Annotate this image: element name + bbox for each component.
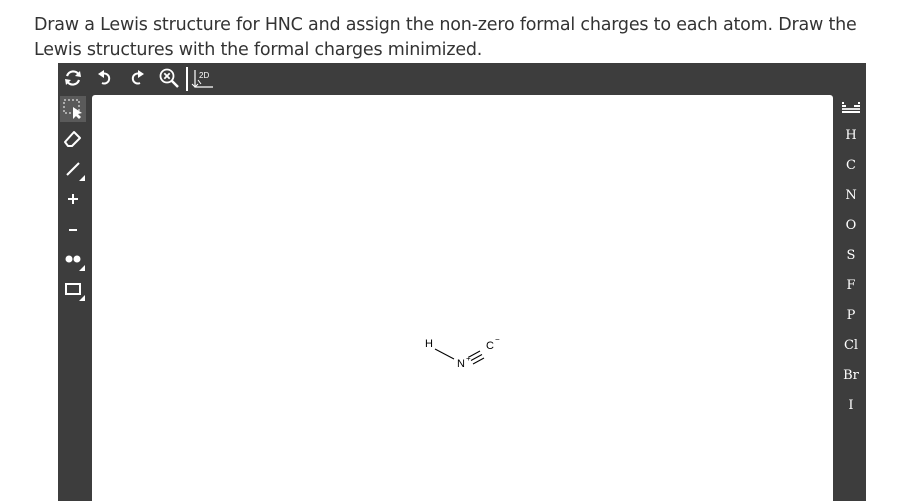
mode-2d-label: 2D [199,71,209,80]
undo-button[interactable] [93,66,117,90]
mode-2d-icon: 2D [191,70,213,88]
positive-charge-icon [68,194,78,204]
clear-canvas-button[interactable] [61,66,85,90]
element-toolbar: H C N O S F P Cl Br I [836,93,866,501]
atom-h[interactable]: H [425,339,433,350]
element-n-button[interactable]: N [836,185,866,207]
redo-icon [131,70,144,85]
atom-c[interactable]: C [486,341,494,352]
element-o-button[interactable]: O [836,215,866,237]
element-c-button[interactable]: C [836,155,866,177]
left-toolbar [58,93,88,501]
submenu-indicator [79,265,85,271]
question-text: Draw a Lewis structure for HNC and assig… [34,15,857,60]
element-p-button[interactable]: P [836,305,866,327]
charge-n: + [466,354,471,363]
redo-button[interactable] [125,66,149,90]
element-cl-button[interactable]: Cl [836,335,866,357]
zoom-button[interactable] [157,66,181,90]
eraser-button[interactable] [60,126,86,152]
clear-canvas-icon [65,70,81,86]
element-br-button[interactable]: Br [836,365,866,387]
toolbar-separator [186,67,188,91]
lone-pair-button[interactable] [60,246,86,272]
charge-c: − [495,335,500,344]
negative-charge-button[interactable] [60,216,86,242]
periodic-table-button[interactable] [842,101,860,113]
molecule-bonds [434,348,485,365]
top-toolbar: 2D [58,63,866,93]
molecule-editor: 2D H N + C − H C N O S F P Cl Br I [58,63,866,501]
undo-icon [98,70,111,85]
eraser-icon [64,131,81,147]
drawing-canvas[interactable]: H N + C − [92,95,833,501]
select-tool-icon [63,99,82,119]
select-tool-button[interactable] [60,96,86,122]
element-f-button[interactable]: F [836,275,866,297]
periodic-table-icon [842,102,860,113]
negative-charge-icon [69,229,77,231]
bond-tool-button[interactable] [60,156,86,182]
shape-tool-button[interactable] [60,276,86,302]
element-s-button[interactable]: S [836,245,866,267]
atom-n[interactable]: N [457,359,465,370]
bond-h-n [434,348,455,360]
zoom-icon [159,68,179,88]
submenu-indicator [79,295,85,301]
positive-charge-button[interactable] [60,186,86,212]
mode-2d-button[interactable]: 2D [191,66,217,90]
element-h-button[interactable]: H [836,125,866,147]
submenu-indicator [79,175,85,181]
element-i-button[interactable]: I [836,395,866,417]
